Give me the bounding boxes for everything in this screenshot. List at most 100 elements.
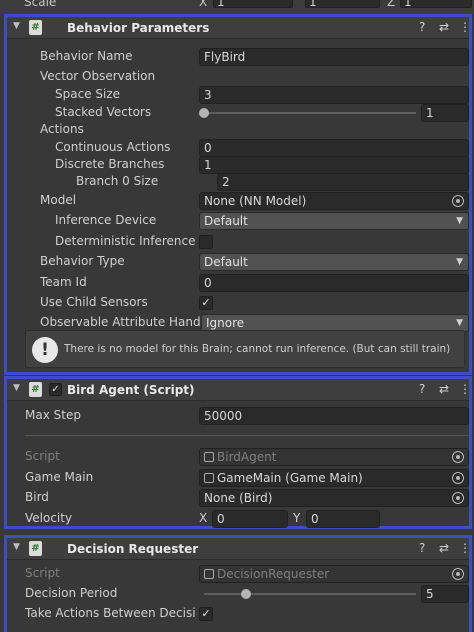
object-picker-icon xyxy=(452,568,464,580)
inference-device-label: Inference Device xyxy=(55,213,157,227)
help-icon[interactable]: ? xyxy=(419,382,425,396)
space-size-field[interactable]: 3 xyxy=(199,86,469,104)
observable-attribute-label: Observable Attribute Handl xyxy=(40,315,204,329)
scale-z-label: Z xyxy=(387,0,396,9)
velocity-y-label: Y xyxy=(293,511,301,525)
help-icon[interactable]: ? xyxy=(419,20,425,34)
decision-period-slider[interactable] xyxy=(204,593,416,595)
velocity-x-field[interactable]: 0 xyxy=(212,510,288,528)
decision-period-field[interactable]: 5 xyxy=(421,585,469,603)
stacked-vectors-slider[interactable] xyxy=(204,112,416,114)
bird-agent-component: ▼ # ✓ Bird Agent (Script) ? ⇄ ⋮ Max Step… xyxy=(4,376,472,529)
warning-icon: ! xyxy=(32,337,58,363)
gameobject-icon xyxy=(204,473,214,483)
stacked-vectors-field[interactable]: 1 xyxy=(421,104,469,122)
bird-value: None (Bird) xyxy=(204,491,273,505)
script-value: DecisionRequester xyxy=(217,567,330,581)
context-menu-icon[interactable]: ⋮ xyxy=(459,541,471,555)
bird-agent-header[interactable]: ▼ # ✓ Bird Agent (Script) ? ⇄ ⋮ xyxy=(7,379,471,401)
branch-0-size-row: Branch 0 Size 2 xyxy=(7,173,469,191)
behavior-name-row: Behavior Name FlyBird xyxy=(7,48,469,66)
object-picker-icon[interactable] xyxy=(452,472,464,484)
behavior-type-dropdown[interactable]: Default ▼ xyxy=(199,253,469,271)
discrete-branches-label: Discrete Branches xyxy=(55,157,165,171)
scale-x-field[interactable]: 1 xyxy=(213,0,293,9)
presets-icon[interactable]: ⇄ xyxy=(439,20,449,34)
inference-device-value: Default xyxy=(204,214,248,228)
use-child-sensors-checkbox[interactable]: ✓ xyxy=(199,296,213,310)
branch-0-size-field[interactable]: 2 xyxy=(217,173,469,191)
help-message: There is no model for this Brain; cannot… xyxy=(64,343,451,355)
velocity-row: Velocity X 0 Y 0 xyxy=(7,510,469,528)
use-child-sensors-row: Use Child Sensors ✓ xyxy=(7,294,469,312)
presets-icon[interactable]: ⇄ xyxy=(439,382,449,396)
decision-period-slider-handle[interactable] xyxy=(241,589,252,599)
take-actions-row: Take Actions Between Decisi ✓ xyxy=(7,605,469,623)
max-step-row: Max Step 50000 xyxy=(7,407,469,425)
decision-period-row: Decision Period 5 xyxy=(7,585,469,603)
space-size-row: Space Size 3 xyxy=(7,86,469,104)
discrete-branches-field[interactable]: 1 xyxy=(199,156,469,174)
scale-z-field[interactable]: 1 xyxy=(400,0,472,9)
bird-field[interactable]: None (Bird) xyxy=(199,489,469,507)
behavior-parameters-component: ▼ # Behavior Parameters ? ⇄ ⋮ Behavior N… xyxy=(4,14,472,375)
component-title: Bird Agent (Script) xyxy=(67,383,195,397)
team-id-row: Team Id 0 xyxy=(7,274,469,292)
vector-observation-foldout[interactable]: Vector Observation xyxy=(7,68,469,86)
script-field: DecisionRequester xyxy=(199,565,469,583)
continuous-actions-field[interactable]: 0 xyxy=(199,139,469,157)
no-model-help-box: ! There is no model for this Brain; cann… xyxy=(25,330,465,368)
scale-y-field[interactable]: 1 xyxy=(305,0,380,9)
game-main-field[interactable]: GameMain (Game Main) xyxy=(199,469,469,487)
fold-arrow-icon[interactable]: ▼ xyxy=(13,21,20,31)
model-field[interactable]: None (NN Model) xyxy=(199,192,469,210)
model-value: None (NN Model) xyxy=(204,194,307,208)
behavior-name-field[interactable]: FlyBird xyxy=(199,48,469,66)
behavior-parameters-header[interactable]: ▼ # Behavior Parameters ? ⇄ ⋮ xyxy=(7,17,471,39)
continuous-actions-row: Continuous Actions 0 xyxy=(7,139,469,157)
actions-foldout[interactable]: Actions xyxy=(7,121,469,139)
take-actions-checkbox[interactable]: ✓ xyxy=(199,607,213,621)
fold-arrow-icon[interactable]: ▼ xyxy=(13,542,20,552)
script-value: BirdAgent xyxy=(217,450,277,464)
discrete-branches-row: Discrete Branches 1 xyxy=(7,156,469,174)
script-icon: # xyxy=(29,541,42,556)
dropdown-arrow-icon: ▼ xyxy=(456,257,463,267)
behavior-type-value: Default xyxy=(204,255,248,269)
model-row: Model None (NN Model) xyxy=(7,192,469,210)
behavior-type-label: Behavior Type xyxy=(40,254,125,268)
velocity-y-field[interactable]: 0 xyxy=(306,510,380,528)
stacked-vectors-label: Stacked Vectors xyxy=(55,105,152,119)
decision-requester-header[interactable]: ▼ # Decision Requester ? ⇄ ⋮ xyxy=(7,538,471,560)
stacked-vectors-slider-handle[interactable] xyxy=(199,108,209,118)
stacked-vectors-row: Stacked Vectors 1 xyxy=(7,104,469,122)
script-icon: # xyxy=(29,382,42,397)
fold-arrow-icon[interactable]: ▼ xyxy=(13,383,20,393)
component-title: Decision Requester xyxy=(67,542,199,556)
object-picker-icon xyxy=(452,451,464,463)
game-main-label: Game Main xyxy=(25,470,94,484)
bird-row: Bird None (Bird) xyxy=(7,489,469,507)
help-icon[interactable]: ? xyxy=(419,541,425,555)
decision-requester-component: ▼ # Decision Requester ? ⇄ ⋮ Script Deci… xyxy=(4,535,472,632)
context-menu-icon[interactable]: ⋮ xyxy=(459,20,471,34)
context-menu-icon[interactable]: ⋮ xyxy=(459,382,471,396)
inference-device-dropdown[interactable]: Default ▼ xyxy=(199,212,469,230)
object-picker-icon[interactable] xyxy=(452,195,464,207)
component-enabled-checkbox[interactable]: ✓ xyxy=(49,383,62,396)
scale-x-label: X xyxy=(199,0,208,9)
bird-label: Bird xyxy=(25,490,49,504)
max-step-field[interactable]: 50000 xyxy=(199,407,469,425)
decision-period-label: Decision Period xyxy=(25,586,118,600)
game-main-value: GameMain (Game Main) xyxy=(217,471,363,485)
velocity-label: Velocity xyxy=(25,511,73,525)
branch-0-size-label: Branch 0 Size xyxy=(76,174,159,188)
object-picker-icon[interactable] xyxy=(452,492,464,504)
script-label: Script xyxy=(25,449,60,463)
deterministic-inference-checkbox[interactable] xyxy=(199,235,213,249)
scale-label: Scale xyxy=(24,0,57,9)
vector-observation-label: Vector Observation xyxy=(40,69,156,83)
presets-icon[interactable]: ⇄ xyxy=(439,541,449,555)
script-asset-icon xyxy=(204,569,214,579)
team-id-field[interactable]: 0 xyxy=(199,274,469,292)
